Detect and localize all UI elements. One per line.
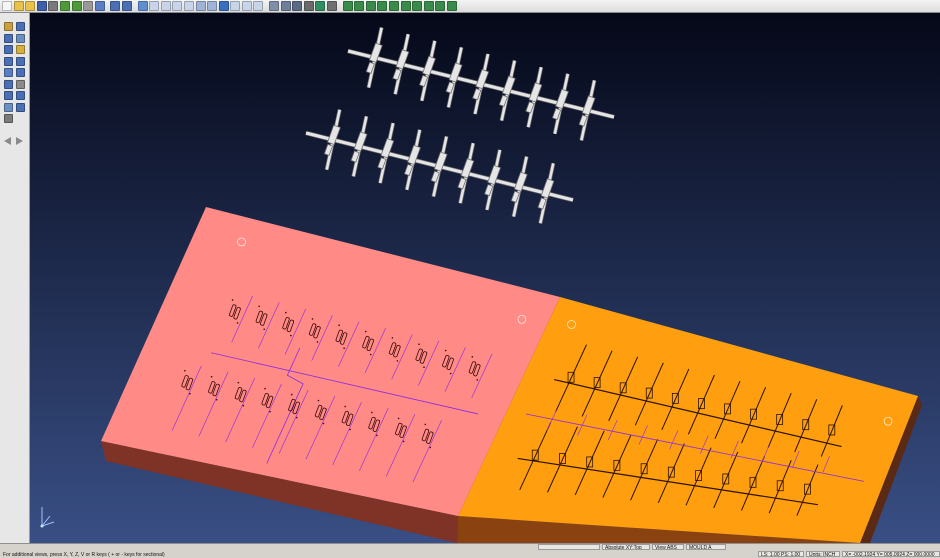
status-bar: Absolute XY:Top View ABS MOULD A For add…: [0, 543, 940, 558]
color-icon[interactable]: [315, 1, 326, 11]
document-icon[interactable]: [253, 1, 264, 11]
section-icon[interactable]: [446, 1, 457, 11]
save-icon[interactable]: [36, 1, 47, 11]
edit-icon[interactable]: [16, 33, 25, 43]
zoom-fit-icon[interactable]: [423, 1, 434, 11]
arrow-right-icon[interactable]: [16, 137, 23, 145]
left-toolbar: [0, 13, 30, 543]
view-top-icon[interactable]: [342, 1, 353, 11]
cad-viewport[interactable]: [30, 13, 940, 543]
print-icon[interactable]: [48, 1, 59, 11]
document-icon[interactable]: [183, 1, 194, 11]
select-icon[interactable]: [4, 22, 13, 31]
group-icon[interactable]: [4, 91, 13, 100]
cut-icon[interactable]: [83, 1, 94, 11]
transform-icon[interactable]: [16, 68, 25, 77]
rotate-icon[interactable]: [389, 1, 399, 11]
layer-icon[interactable]: [16, 79, 25, 89]
open-folder-icon[interactable]: [13, 1, 24, 11]
status-layer[interactable]: MOULD A: [686, 544, 726, 550]
import-icon[interactable]: [59, 1, 70, 11]
main-toolbar: [0, 0, 940, 13]
text-icon[interactable]: [16, 91, 25, 100]
analyze-icon[interactable]: [4, 102, 13, 112]
status-view-mode: View ABS: [652, 544, 684, 550]
line-icon[interactable]: [16, 22, 25, 31]
redo-icon[interactable]: [121, 1, 132, 11]
surface-icon[interactable]: [16, 56, 25, 66]
export-icon[interactable]: [71, 1, 82, 11]
status-hint: For additional views, press X, Y, Z, V o…: [3, 552, 165, 558]
gear-icon[interactable]: [327, 1, 338, 11]
layer-icon[interactable]: [207, 1, 218, 11]
view-front-icon[interactable]: [354, 1, 365, 11]
info-icon[interactable]: [218, 1, 229, 11]
cad-scene[interactable]: [30, 13, 940, 543]
refresh-icon[interactable]: [137, 1, 148, 11]
view-iso-icon[interactable]: [377, 1, 388, 11]
document-icon[interactable]: [149, 1, 160, 11]
layer-icon[interactable]: [195, 1, 206, 11]
open-file-icon[interactable]: [25, 1, 36, 11]
arc-icon[interactable]: [4, 45, 13, 54]
wireframe-icon[interactable]: [292, 1, 303, 11]
status-units: Units: INCH: [806, 551, 840, 557]
dimension-icon[interactable]: [4, 33, 13, 43]
solid-icon[interactable]: [4, 68, 13, 77]
status-field-blank: [538, 544, 600, 550]
tool-icon[interactable]: [269, 1, 280, 11]
shaded-view-icon[interactable]: [280, 1, 291, 11]
status-line-style: LS: 1.00 PS: 1.00: [758, 551, 804, 557]
document-icon[interactable]: [241, 1, 252, 11]
document-icon[interactable]: [230, 1, 241, 11]
drawing-icon[interactable]: [16, 102, 25, 112]
document-icon[interactable]: [172, 1, 183, 11]
curve-icon[interactable]: [4, 56, 13, 66]
picture-icon[interactable]: [4, 114, 13, 123]
render-icon[interactable]: [303, 1, 314, 11]
status-view-orientation: Absolute XY:Top: [602, 544, 650, 550]
new-file-icon[interactable]: [2, 1, 12, 11]
arrow-left-icon[interactable]: [4, 137, 11, 145]
document-icon[interactable]: [160, 1, 171, 11]
pan-icon[interactable]: [400, 1, 411, 11]
status-coordinates: X= -002.1924 Y= 005.0924 Z= 000.0000: [842, 551, 940, 557]
zoom-icon[interactable]: [412, 1, 423, 11]
undo-icon[interactable]: [110, 1, 121, 11]
measure-icon[interactable]: [4, 79, 13, 89]
zoom-window-icon[interactable]: [435, 1, 446, 11]
view-side-icon[interactable]: [365, 1, 376, 11]
box-icon[interactable]: [16, 45, 25, 54]
window-icon[interactable]: [94, 1, 105, 11]
